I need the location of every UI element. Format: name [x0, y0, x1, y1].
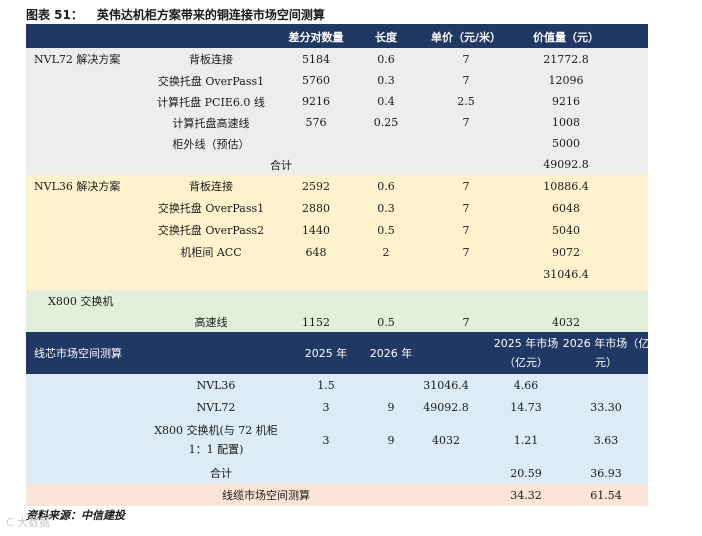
table-row: 交换托盘 OverPass2 1440 0.5 7 5040: [26, 219, 648, 241]
market-row-m2025: 4.66: [513, 378, 539, 392]
nvl36-group: NVL36 解决方案 背板连接 2592 0.6 7 10886.4 交换托盘 …: [26, 175, 648, 290]
total-row: 31046.4: [26, 263, 648, 285]
market-row-name: NVL36: [196, 378, 236, 392]
cable-total-row: 线缆市场空间测算 34.32 61.54: [26, 484, 648, 506]
table-row: 高速线 1152 0.5 7 4032: [26, 312, 648, 332]
market-row-name-line2: 1：1 配置): [188, 443, 244, 456]
row-item: 计算托盘高速线: [172, 116, 250, 130]
group-name: NVL36 解决方案: [34, 180, 121, 193]
market-total-m2025: 20.59: [510, 466, 542, 480]
market-row-m2026: 3.63: [593, 433, 619, 447]
header-market-2026-line2: 元）: [595, 356, 617, 369]
market-total-label: 合计: [210, 467, 232, 480]
row-item: 机柜间 ACC: [180, 246, 242, 259]
row-value: 9072: [552, 245, 580, 259]
table-row: NVL72 3 9 49092.8 14.73 33.30: [26, 396, 648, 418]
row-item: 交换托盘 OverPass1: [157, 202, 265, 215]
row-value: 10886.4: [543, 179, 589, 193]
row-value: 5040: [552, 223, 580, 237]
market-row-unit: 4032: [432, 433, 460, 447]
total-row: 合计 49092.8: [26, 154, 648, 175]
header-market-2025: 2025 年市场 （亿元）: [486, 332, 566, 374]
header-market-2025-line1: 2025 年市场: [493, 337, 559, 350]
market-row-name: NVL72: [196, 400, 236, 414]
market-row-name-line1: X800 交换机(与 72 机柜: [154, 424, 278, 437]
total-row: 合计 20.59 36.93: [26, 462, 648, 484]
table-row: NVL36 解决方案 背板连接 2592 0.6 7 10886.4: [26, 175, 648, 197]
table-row: 计算托盘 PCIE6.0 线 9216 0.4 2.5 9216: [26, 91, 648, 112]
row-value: 6048: [552, 201, 580, 215]
watermark: C 大数据: [6, 516, 51, 529]
market-header: 线芯市场空间测算 2025 年 2026 年 2025 年市场 （亿元） 202…: [26, 332, 649, 374]
row-item: 高速线: [194, 316, 228, 329]
table-row: X800 交换机(与 72 机柜 1：1 配置) 3 9 4032 1.21 3…: [26, 418, 648, 462]
total-label: 合计: [270, 158, 292, 172]
header-2026: 2026 年: [369, 347, 413, 360]
header-value: 价值量（元）: [533, 31, 599, 44]
cable-total-m2026: 61.54: [590, 488, 622, 502]
header-market-2026: 2026 年市场（亿 元）: [558, 332, 654, 374]
group-name: X800 交换机: [48, 295, 114, 308]
row-item: 计算托盘 PCIE6.0 线: [157, 95, 265, 109]
row-value: 5000: [552, 137, 580, 150]
row-item: 柜外线（预估）: [172, 137, 250, 151]
group-name: NVL72 解决方案: [34, 53, 121, 66]
row-value: 4032: [552, 315, 580, 329]
market-group: NVL36 1.5 31046.4 4.66 NVL72 3 9 49092.8…: [26, 374, 648, 484]
row-value: 9216: [552, 95, 580, 108]
total-value: 49092.8: [543, 158, 589, 171]
market-row-m2025: 1.21: [513, 433, 539, 447]
figure-caption: 英伟达机柜方案带来的铜连接市场空间测算: [96, 8, 325, 22]
table-row: 交换托盘 OverPass1 2880 0.3 7 6048: [26, 197, 648, 219]
figure-label: 图表 51：: [26, 8, 83, 22]
table-row: 交换托盘 OverPass1 5760 0.3 7 12096: [26, 70, 648, 91]
header-market-2025-line2: （亿元）: [504, 356, 548, 369]
table-row: NVL72 解决方案 背板连接 5184 0.6 7 21772.8: [26, 48, 648, 70]
market-total-m2026: 36.93: [590, 466, 622, 480]
header-market-2026-line1: 2026 年市场（亿: [562, 337, 650, 350]
market-row-name: X800 交换机(与 72 机柜 1：1 配置): [126, 418, 306, 462]
market-row-m2026: 33.30: [590, 400, 622, 414]
row-value: 12096: [548, 74, 584, 87]
market-title: 线芯市场空间测算: [34, 347, 122, 360]
market-row-unit: 49092.8: [423, 400, 469, 414]
table-row: 计算托盘高速线 576 0.25 7 1008: [26, 112, 648, 133]
market-row-m2025: 14.73: [510, 400, 542, 414]
row-value: 1008: [552, 116, 580, 129]
row-item: 交换托盘 OverPass2: [157, 224, 265, 237]
total-value: 31046.4: [543, 267, 589, 281]
table-row: 机柜间 ACC 648 2 7 9072: [26, 241, 648, 263]
x800-group: X800 交换机 高速线 1152 0.5 7 4032: [26, 290, 648, 332]
nvl72-group: NVL72 解决方案 背板连接 5184 0.6 7 21772.8 交换托盘 …: [26, 48, 648, 175]
table-row: 柜外线（预估） 5000: [26, 133, 648, 154]
row-item: 背板连接: [189, 53, 233, 66]
market-row-unit: 31046.4: [423, 378, 469, 392]
market-row-m2026: [566, 374, 646, 396]
table-header: 差分对数量 长度 单价（元/米） 价值量（元）: [26, 26, 648, 48]
cable-total-m2025: 34.32: [510, 488, 542, 502]
table-row: NVL36 1.5 31046.4 4.66: [26, 374, 648, 396]
cable-total-label: 线缆市场空间测算: [222, 489, 310, 502]
figure-title: 图表 51： 英伟达机柜方案带来的铜连接市场空间测算: [26, 6, 325, 23]
row-value: 21772.8: [543, 52, 589, 66]
row-item: 交换托盘 OverPass1: [157, 74, 265, 88]
row-item: 背板连接: [189, 180, 233, 193]
table-row: X800 交换机: [26, 290, 648, 312]
data-table: 差分对数量 长度 单价（元/米） 价值量（元） NVL72 解决方案 背板连接 …: [26, 26, 649, 506]
